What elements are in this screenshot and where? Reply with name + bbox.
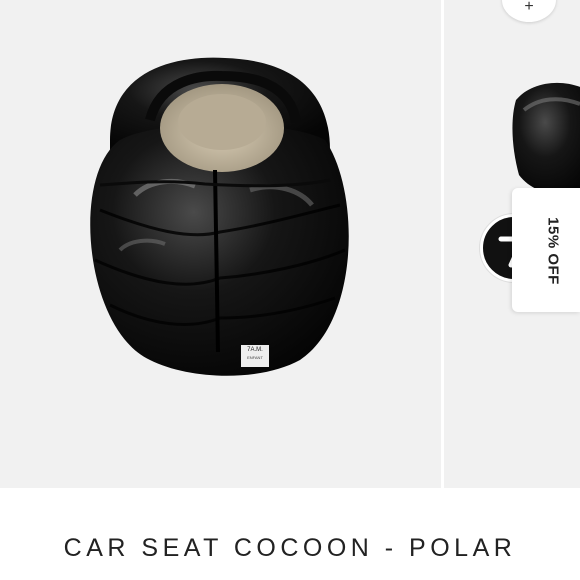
discount-badge[interactable]: 15% OFF <box>518 213 580 289</box>
plus-icon: + <box>524 0 534 15</box>
brand-label: 7A.M. ENFANT <box>241 346 269 362</box>
product-image <box>90 57 349 376</box>
product-title: CAR SEAT COCOON - POLAR <box>63 534 517 562</box>
discount-label: 15% OFF <box>544 217 562 285</box>
brand-label-sub: ENFANT <box>247 355 263 360</box>
brand-label-text: 7A.M. <box>247 347 263 353</box>
product-image-slide[interactable]: 7A.M. ENFANT <box>0 0 441 488</box>
